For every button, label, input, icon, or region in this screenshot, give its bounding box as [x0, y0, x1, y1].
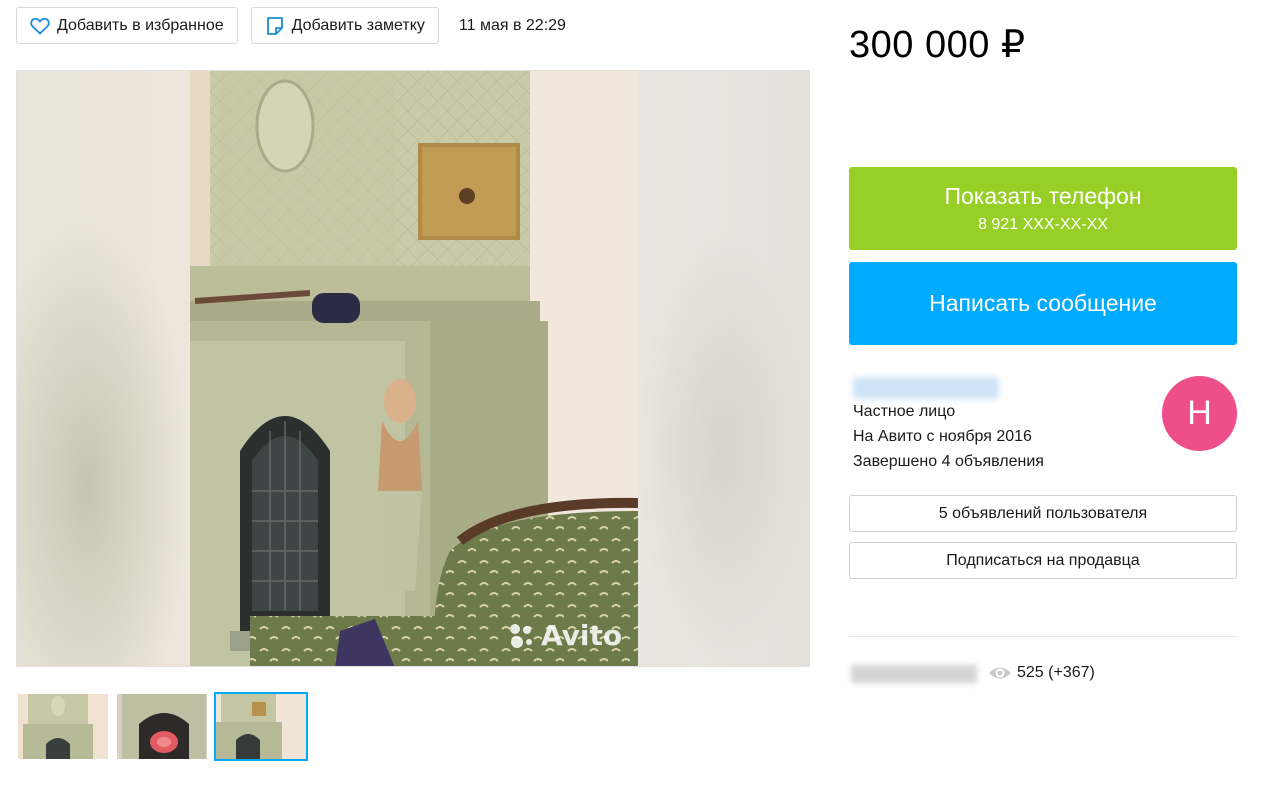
photo-gallery[interactable]: Avito: [16, 70, 810, 667]
subscribe-seller-button[interactable]: Подписаться на продавца: [849, 542, 1237, 579]
sidebar-divider: [849, 636, 1237, 637]
seller-ads-button[interactable]: 5 объявлений пользователя: [849, 495, 1237, 532]
publish-date: 11 мая в 22:29: [458, 16, 566, 34]
add-note-label: Добавить заметку: [291, 16, 425, 34]
show-phone-button[interactable]: Показать телефон 8 921 XXX-XX-XX: [849, 167, 1237, 250]
seller-name-link[interactable]: [853, 377, 999, 399]
add-to-favorites-label: Добавить в избранное: [57, 16, 224, 34]
masked-phone-number: 8 921 XXX-XX-XX: [978, 216, 1108, 233]
thumbnail-1[interactable]: [16, 692, 110, 761]
main-photo[interactable]: [190, 71, 638, 666]
add-note-button[interactable]: Добавить заметку: [250, 7, 439, 44]
eye-icon: [988, 664, 1012, 682]
price: 300 000 ₽: [849, 24, 1026, 66]
thumbnail-3[interactable]: [214, 692, 308, 761]
thumbnail-2[interactable]: [115, 692, 209, 761]
send-message-button[interactable]: Написать сообщение: [849, 262, 1237, 345]
listing-toolbar: Добавить в избранное Добавить заметку 11…: [16, 7, 566, 44]
show-phone-label: Показать телефон: [944, 183, 1142, 209]
seller-since: На Авито с ноября 2016: [853, 428, 1032, 445]
heart-icon: [29, 15, 51, 37]
seller-type: Частное лицо: [853, 403, 956, 420]
add-to-favorites-button[interactable]: Добавить в избранное: [16, 7, 238, 44]
view-count: 525 (+367): [1017, 664, 1095, 681]
thumbnail-strip: [16, 692, 313, 761]
avito-watermark: Avito: [507, 619, 622, 652]
view-counter: 525 (+367): [988, 664, 1095, 682]
watermark-text: Avito: [541, 619, 623, 652]
seller-completed-ads: Завершено 4 объявления: [853, 453, 1044, 470]
listing-id: [851, 665, 977, 683]
avito-logo-icon: [507, 621, 537, 651]
note-icon: [264, 15, 286, 37]
seller-avatar[interactable]: Н: [1162, 376, 1237, 451]
